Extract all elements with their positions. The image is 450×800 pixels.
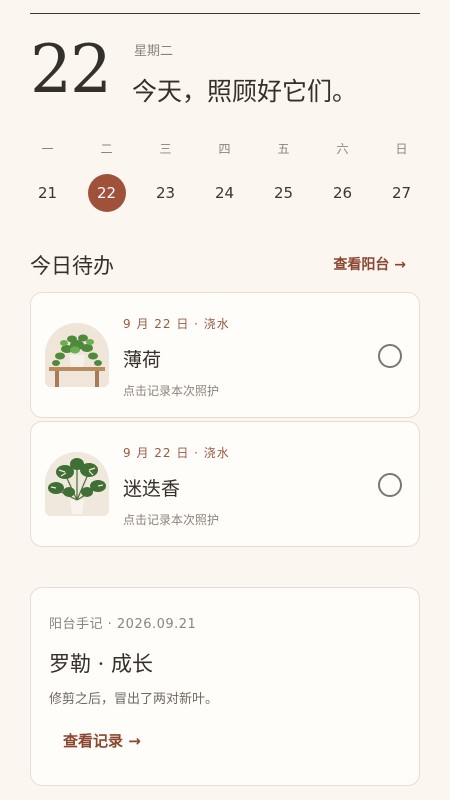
- section-title-today: 今日待办: [30, 254, 114, 278]
- task-complete-checkbox[interactable]: [378, 344, 402, 368]
- calendar-day-selected[interactable]: 22: [77, 174, 136, 212]
- weekday-head: 六: [336, 142, 349, 156]
- task-hint: 点击记录本次照护: [123, 384, 220, 398]
- weekday-head: 二: [100, 142, 113, 156]
- calendar-day-number: 27: [391, 184, 412, 202]
- calendar-day-number: 22: [87, 174, 126, 212]
- top-divider: [30, 13, 420, 14]
- calendar-day-number: 24: [214, 184, 235, 202]
- task-date-type: 9 月 22 日 · 浇水: [123, 446, 230, 460]
- journal-meta: 阳台手记 · 2026.09.21: [49, 617, 197, 632]
- calendar-day-number: 21: [37, 184, 58, 202]
- calendar-day[interactable]: 24: [195, 174, 254, 212]
- page-headline: 今天，照顾好它们。: [132, 77, 358, 106]
- plant-thumbnail: [45, 323, 109, 387]
- plant-thumbnail: [45, 452, 109, 516]
- view-balcony-link[interactable]: 查看阳台 →: [333, 254, 406, 274]
- weekday-label: 星期二: [134, 44, 174, 59]
- weekday-head: 五: [277, 142, 290, 156]
- date-number: 22: [30, 31, 112, 108]
- journal-card[interactable]: 阳台手记 · 2026.09.21 罗勒 · 成长 修剪之后，冒出了两对新叶。 …: [30, 587, 420, 786]
- pothos-plant-icon: [45, 323, 109, 387]
- task-card[interactable]: 9 月 22 日 · 浇水 迷迭香 点击记录本次照护: [30, 421, 420, 547]
- weekday-head: 四: [218, 142, 231, 156]
- task-plant-name: 迷迭香: [123, 478, 181, 500]
- calendar-day-number: 25: [273, 184, 294, 202]
- task-complete-checkbox[interactable]: [378, 473, 402, 497]
- task-hint: 点击记录本次照护: [123, 513, 220, 527]
- task-card[interactable]: 9 月 22 日 · 浇水 薄荷 点击记录本次照护: [30, 292, 420, 418]
- task-date-type: 9 月 22 日 · 浇水: [123, 317, 230, 331]
- calendar-day[interactable]: 27: [372, 174, 431, 212]
- task-plant-name: 薄荷: [123, 349, 162, 371]
- monstera-plant-icon: [45, 452, 109, 516]
- calendar-day[interactable]: 26: [313, 174, 372, 212]
- calendar-day[interactable]: 21: [18, 174, 77, 212]
- calendar-day-number: 26: [332, 184, 353, 202]
- weekday-head: 三: [159, 142, 172, 156]
- journal-excerpt: 修剪之后，冒出了两对新叶。: [49, 692, 219, 707]
- week-day-row: 21 22 23 24 25 26 27: [18, 174, 432, 212]
- week-header-row: 一 二 三 四 五 六 日: [18, 140, 432, 157]
- journal-title: 罗勒 · 成长: [49, 652, 154, 676]
- weekday-head: 日: [395, 142, 408, 156]
- calendar-day-number: 23: [155, 184, 176, 202]
- view-record-link[interactable]: 查看记录 →: [63, 730, 141, 751]
- calendar-day[interactable]: 23: [136, 174, 195, 212]
- weekday-head: 一: [41, 142, 54, 156]
- calendar-day[interactable]: 25: [254, 174, 313, 212]
